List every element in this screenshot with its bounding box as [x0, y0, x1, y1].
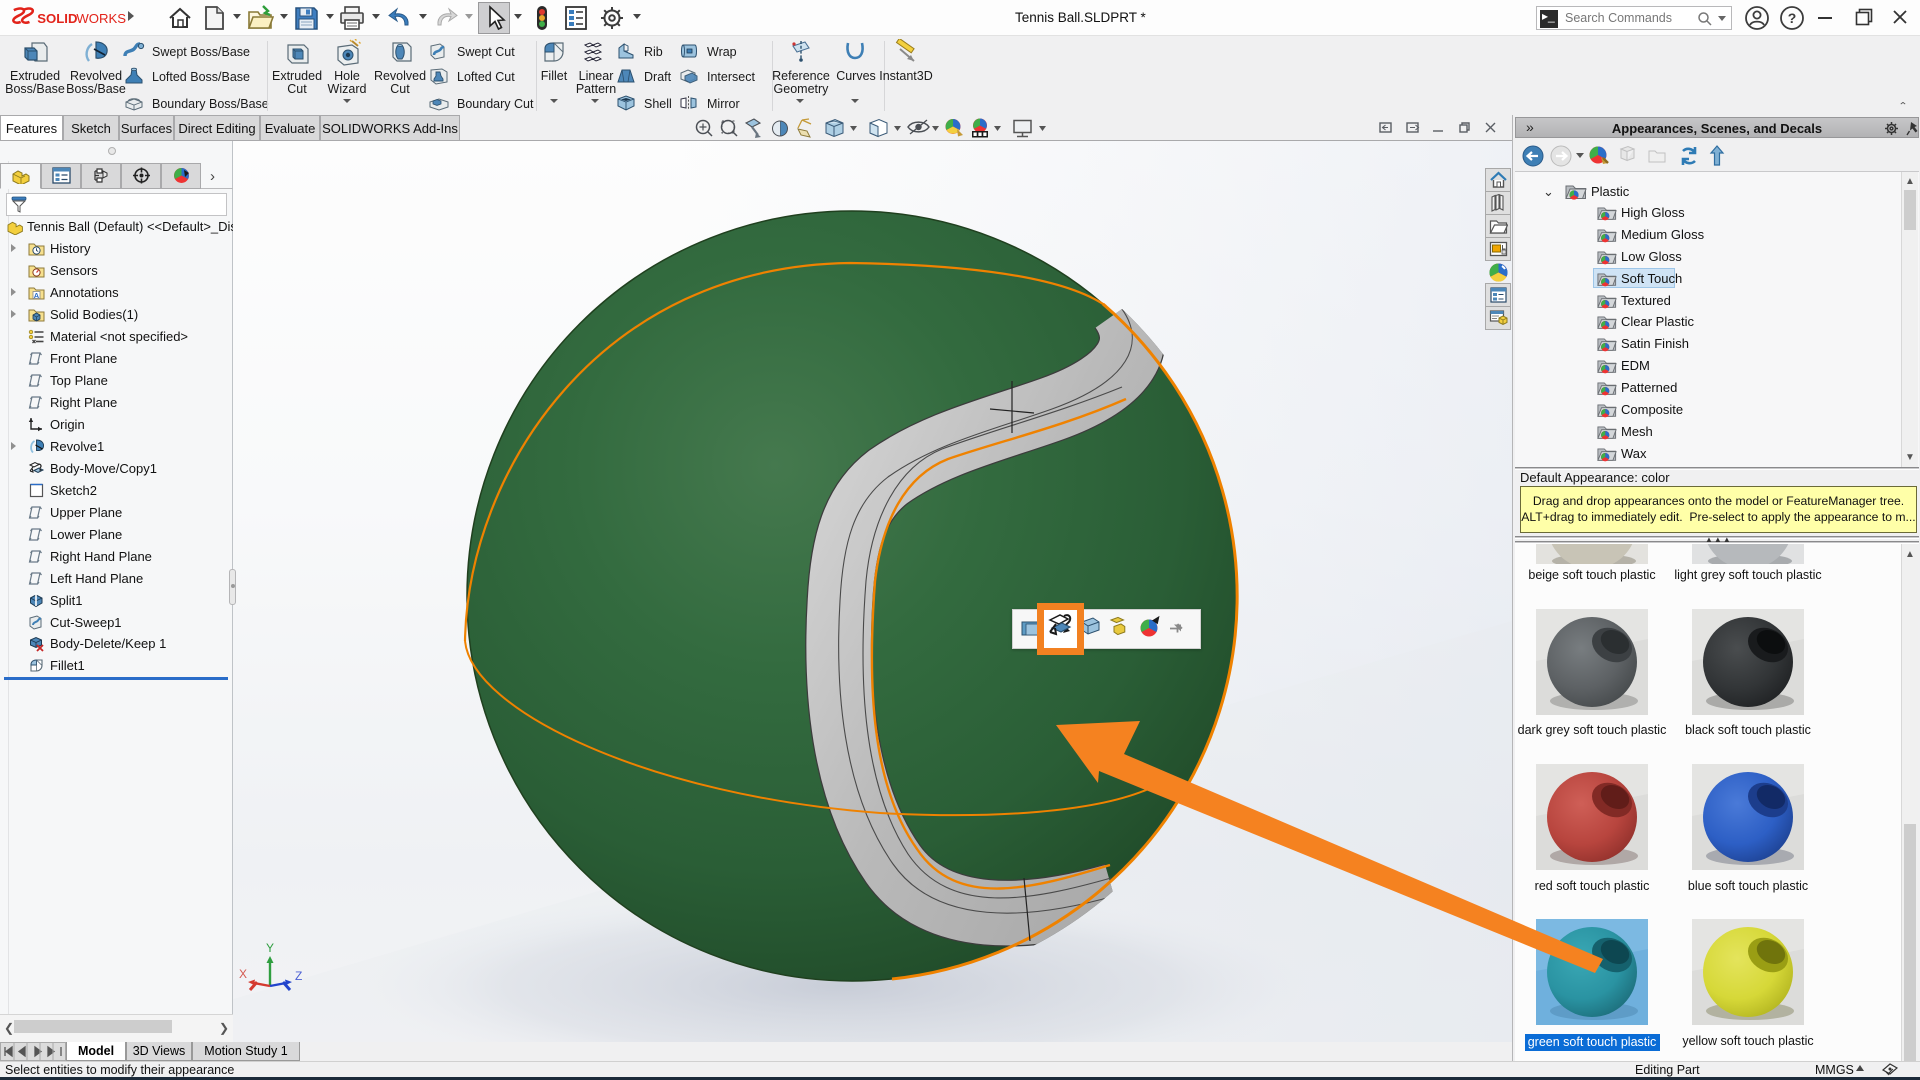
svg-text:?: ? [1788, 10, 1797, 26]
svg-text:X: X [239, 967, 247, 981]
svg-text:Y: Y [266, 941, 274, 955]
svg-text:WORKS: WORKS [76, 11, 126, 26]
svg-text:A: A [34, 291, 40, 300]
svg-text:Z: Z [295, 969, 302, 983]
svg-text:SOLID: SOLID [37, 11, 77, 26]
